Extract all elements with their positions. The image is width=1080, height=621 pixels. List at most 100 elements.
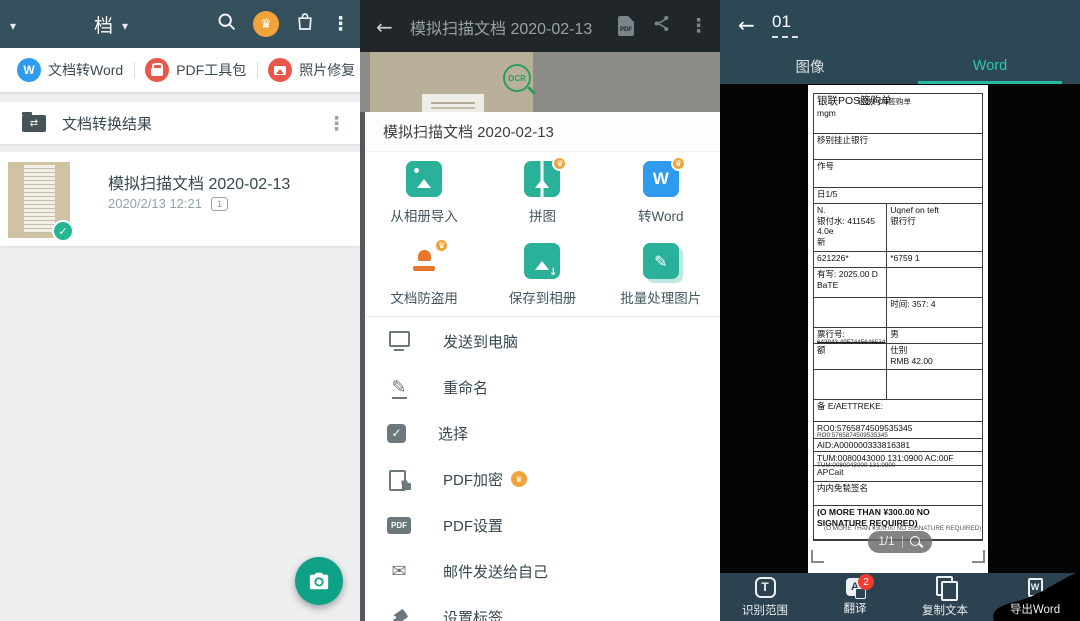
title-rename-underline [772, 36, 798, 38]
dropdown-caret-icon[interactable] [10, 17, 16, 35]
back-icon[interactable] [738, 13, 755, 37]
grid-action-icon [524, 243, 560, 279]
grid-action-label: 转Word [638, 205, 684, 225]
action-collage[interactable]: 拼图 [483, 152, 601, 234]
detail-overflow-icon[interactable] [689, 15, 708, 37]
ocr-table-row: 备 E/AETTREKE: [814, 400, 982, 422]
sheet-title: 模拟扫描文档 2020-02-13 [383, 121, 554, 142]
pdf-file-icon[interactable] [618, 16, 634, 36]
document-meta: 2020/2/13 12:21 1 [108, 196, 228, 211]
bottom-nav-label: 翻译 [844, 600, 867, 616]
left-topbar-actions [216, 0, 350, 48]
menu-item-label: 发送到电脑 [443, 331, 518, 352]
nav-translate[interactable]: 2 翻译 [810, 573, 900, 621]
word-page[interactable]: 银联POS签购单银联POS签购单 mgm 移别挂止银行 [808, 85, 988, 573]
page-count-icon: 1 [211, 197, 228, 211]
folder-label: 文档转换结果 [62, 113, 152, 134]
notification-badge: 2 [858, 574, 874, 590]
bottom-nav-label: 复制文本 [922, 602, 968, 618]
action-batch-process[interactable]: 批量处理图片 [602, 234, 720, 316]
chip-doc-to-word[interactable]: 文档转Word [6, 48, 134, 92]
grid-action-icon [406, 243, 442, 279]
document-date: 2020/2/13 12:21 [108, 196, 202, 211]
ocr-table-row: 作号 [814, 160, 982, 188]
menu-item-label: 邮件发送给自己 [443, 561, 548, 582]
chip-photo-repair[interactable]: 照片修复 [257, 48, 360, 92]
grid-action-label: 拼图 [529, 205, 556, 225]
menu-pdf-encrypt[interactable]: PDF加密 [365, 456, 720, 502]
left-topbar: 档 [0, 0, 360, 48]
folder-row-conversion-results[interactable]: 文档转换结果 [0, 102, 360, 144]
action-import-from-album[interactable]: 从相册导入 [365, 152, 483, 234]
menu-item-icon [387, 375, 411, 399]
ocr-table-row: 有写: 2025.00 D BaTE [814, 268, 982, 298]
sheet-header: 模拟扫描文档 2020-02-13 [365, 112, 720, 152]
grid-action-icon [643, 243, 679, 279]
result-title[interactable]: 01 [772, 12, 791, 32]
document-detail-screen: 模拟扫描文档 2020-02-13 OCR 模拟扫描文档 2020-02-13 [360, 0, 720, 621]
grid-action-icon [643, 161, 679, 197]
magnifier-icon[interactable] [910, 536, 922, 548]
chip-icon [145, 58, 169, 82]
middle-topbar-actions [618, 0, 708, 52]
ocr-table-row: 内内免甃签名 [814, 482, 982, 506]
documents-screen: 档 文档转Word PDF工具包 [0, 0, 360, 621]
tools-chipbar: 文档转Word PDF工具包 照片修复 [0, 48, 360, 92]
menu-select[interactable]: 选择 [365, 410, 720, 456]
ocr-table-row: 时间: 357: 4 [814, 298, 982, 328]
ocr-table-row: RO0:5765874509535345 RO0:576587450953534… [814, 422, 982, 439]
tab-image[interactable]: 图像 [720, 48, 900, 84]
title-caret-icon[interactable] [122, 17, 128, 35]
premium-crown-icon[interactable] [253, 11, 279, 37]
menu-item-icon [387, 605, 411, 621]
actions-bottom-sheet: 模拟扫描文档 2020-02-13 从相册导入 拼图 [365, 112, 720, 621]
dimmed-document-preview: OCR [360, 52, 720, 112]
menu-email-to-self[interactable]: 邮件发送给自己 [365, 548, 720, 594]
receipt-paper [422, 94, 484, 112]
menu-item-icon [387, 424, 406, 443]
chip-icon [17, 58, 41, 82]
camera-fab[interactable] [295, 557, 343, 605]
tab-label: 图像 [796, 56, 825, 77]
menu-item-label: 重命名 [443, 377, 488, 398]
camera-icon [308, 570, 330, 592]
sheet-divider [365, 316, 720, 317]
chip-icon [268, 58, 292, 82]
folder-overflow-icon[interactable] [327, 113, 346, 135]
actions-grid: 从相册导入 拼图 转Word [365, 152, 720, 316]
bottom-nav-label: 识别范围 [742, 602, 788, 618]
nav-recognition-range[interactable]: 识别范围 [720, 573, 810, 621]
middle-topbar: 模拟扫描文档 2020-02-13 [360, 0, 720, 52]
document-list-item[interactable]: 模拟扫描文档 2020-02-13 2020/2/13 12:21 1 [0, 152, 360, 246]
ocr-table-row: TUM:0080043000 131:0900 AC:00F TUM:00800… [814, 452, 982, 466]
left-title[interactable]: 档 [94, 11, 113, 38]
overflow-menu-icon[interactable] [331, 13, 350, 35]
search-icon[interactable] [216, 11, 237, 37]
menu-set-tag[interactable]: 设置标签 [365, 594, 720, 621]
ocr-table-row: N. 银付水: 411545 4.0e 新 Uqnef on teft 银行行 [814, 204, 982, 252]
menu-pdf-settings[interactable]: PDF设置 [365, 502, 720, 548]
shopping-bag-icon[interactable] [295, 11, 315, 37]
tab-word[interactable]: Word [900, 48, 1080, 84]
ocr-table-row: 票行号: 643943 4957445646534 男 [814, 328, 982, 344]
action-doc-anti-theft[interactable]: 文档防盗用 [365, 234, 483, 316]
premium-crown-badge [434, 238, 449, 253]
action-save-to-album[interactable]: 保存到相册 [483, 234, 601, 316]
bottom-nav-icon [755, 577, 776, 598]
back-icon[interactable] [376, 15, 393, 39]
grid-action-label: 保存到相册 [509, 287, 577, 307]
chip-pdf-toolkit[interactable]: PDF工具包 [134, 48, 257, 92]
share-icon[interactable] [652, 14, 671, 38]
menu-rename[interactable]: 重命名 [365, 364, 720, 410]
document-thumbnail [8, 162, 70, 238]
menu-send-to-pc[interactable]: 发送到电脑 [365, 318, 720, 364]
nav-copy-text[interactable]: 复制文本 [900, 573, 990, 621]
crop-corner-left-icon [811, 550, 824, 563]
action-to-word[interactable]: 转Word [602, 152, 720, 234]
ocr-table-row [814, 370, 982, 400]
bottom-nav-icon [934, 576, 956, 598]
menu-item-label: PDF加密 [443, 469, 527, 490]
actions-menu: 发送到电脑 重命名 选择 [365, 318, 720, 621]
page-indicator-pill[interactable]: 1/1 [868, 531, 932, 553]
premium-crown-badge [671, 156, 686, 171]
